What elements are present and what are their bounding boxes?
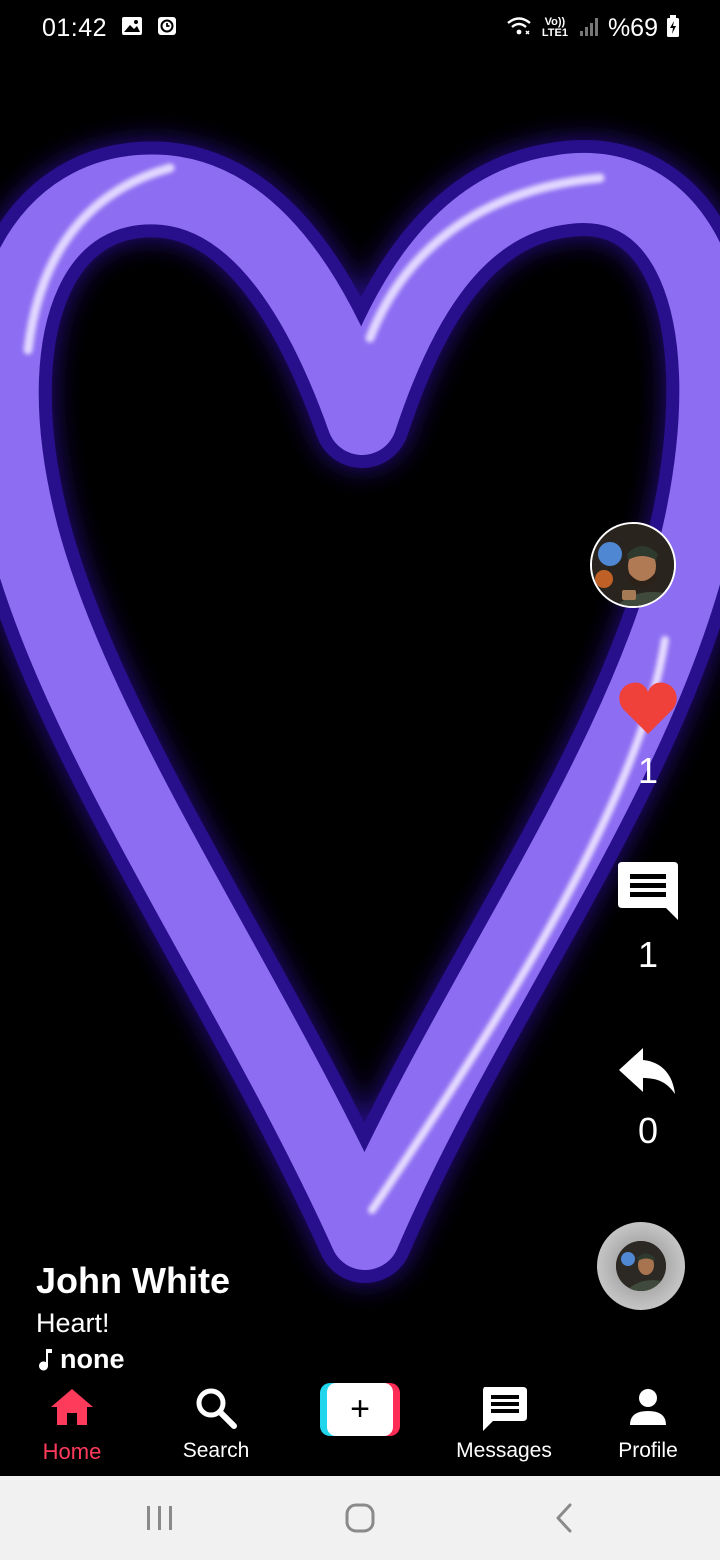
search-icon	[196, 1388, 237, 1429]
nav-search-label: Search	[182, 1439, 250, 1462]
signal-icon	[578, 15, 600, 42]
comment-icon[interactable]	[618, 862, 678, 920]
like-action[interactable]: 1	[576, 680, 720, 792]
recents-button[interactable]	[110, 1476, 210, 1560]
nav-home-label: Home	[42, 1439, 102, 1464]
nav-messages-label: Messages	[456, 1439, 552, 1462]
back-icon	[556, 1503, 572, 1533]
profile-icon	[630, 1389, 666, 1425]
video-caption: John White Heart! none	[36, 1260, 230, 1376]
status-time: 01:42	[42, 13, 108, 42]
home-icon	[51, 1389, 93, 1425]
clock-icon	[157, 16, 177, 41]
image-icon	[121, 16, 143, 41]
system-navigation-bar	[0, 1476, 720, 1560]
share-count: 0	[637, 1110, 659, 1151]
system-home-button[interactable]	[310, 1476, 410, 1560]
messages-icon	[483, 1387, 527, 1431]
wifi-icon	[506, 15, 532, 42]
caption-text: Heart!	[36, 1308, 110, 1338]
home-circle-icon	[345, 1503, 375, 1533]
plus-icon: +	[327, 1383, 393, 1436]
comment-count: 1	[637, 934, 659, 975]
music-disc-cover	[616, 1241, 666, 1291]
caption-username[interactable]: John White	[36, 1260, 230, 1302]
recents-icon	[147, 1506, 172, 1530]
status-bar: 01:42 Vo)) LTE1 %69	[0, 0, 720, 56]
battery-percent: %69	[607, 13, 658, 42]
nav-search[interactable]: Search	[144, 1375, 288, 1476]
music-note-icon	[39, 1349, 52, 1371]
nav-home[interactable]: Home	[0, 1375, 144, 1476]
battery-icon	[666, 14, 680, 42]
app-screen: 01:42 Vo)) LTE1 %69 1 1 0 John White Hea…	[0, 0, 720, 1560]
create-video-button[interactable]: +	[320, 1383, 400, 1436]
heart-icon[interactable]	[618, 680, 678, 736]
like-count: 1	[637, 750, 659, 791]
creator-avatar[interactable]	[590, 522, 676, 608]
system-back-button[interactable]	[514, 1476, 614, 1560]
nav-profile[interactable]: Profile	[576, 1375, 720, 1476]
caption-music[interactable]: none	[36, 1342, 230, 1376]
nav-profile-label: Profile	[618, 1439, 678, 1462]
share-icon[interactable]	[619, 1048, 677, 1096]
comment-action[interactable]: 1	[576, 862, 720, 976]
music-title: none	[60, 1344, 125, 1374]
network-label: Vo)) LTE1	[541, 16, 568, 39]
share-action[interactable]: 0	[576, 1048, 720, 1152]
nav-messages[interactable]: Messages	[432, 1375, 576, 1476]
music-disc[interactable]	[597, 1222, 685, 1310]
